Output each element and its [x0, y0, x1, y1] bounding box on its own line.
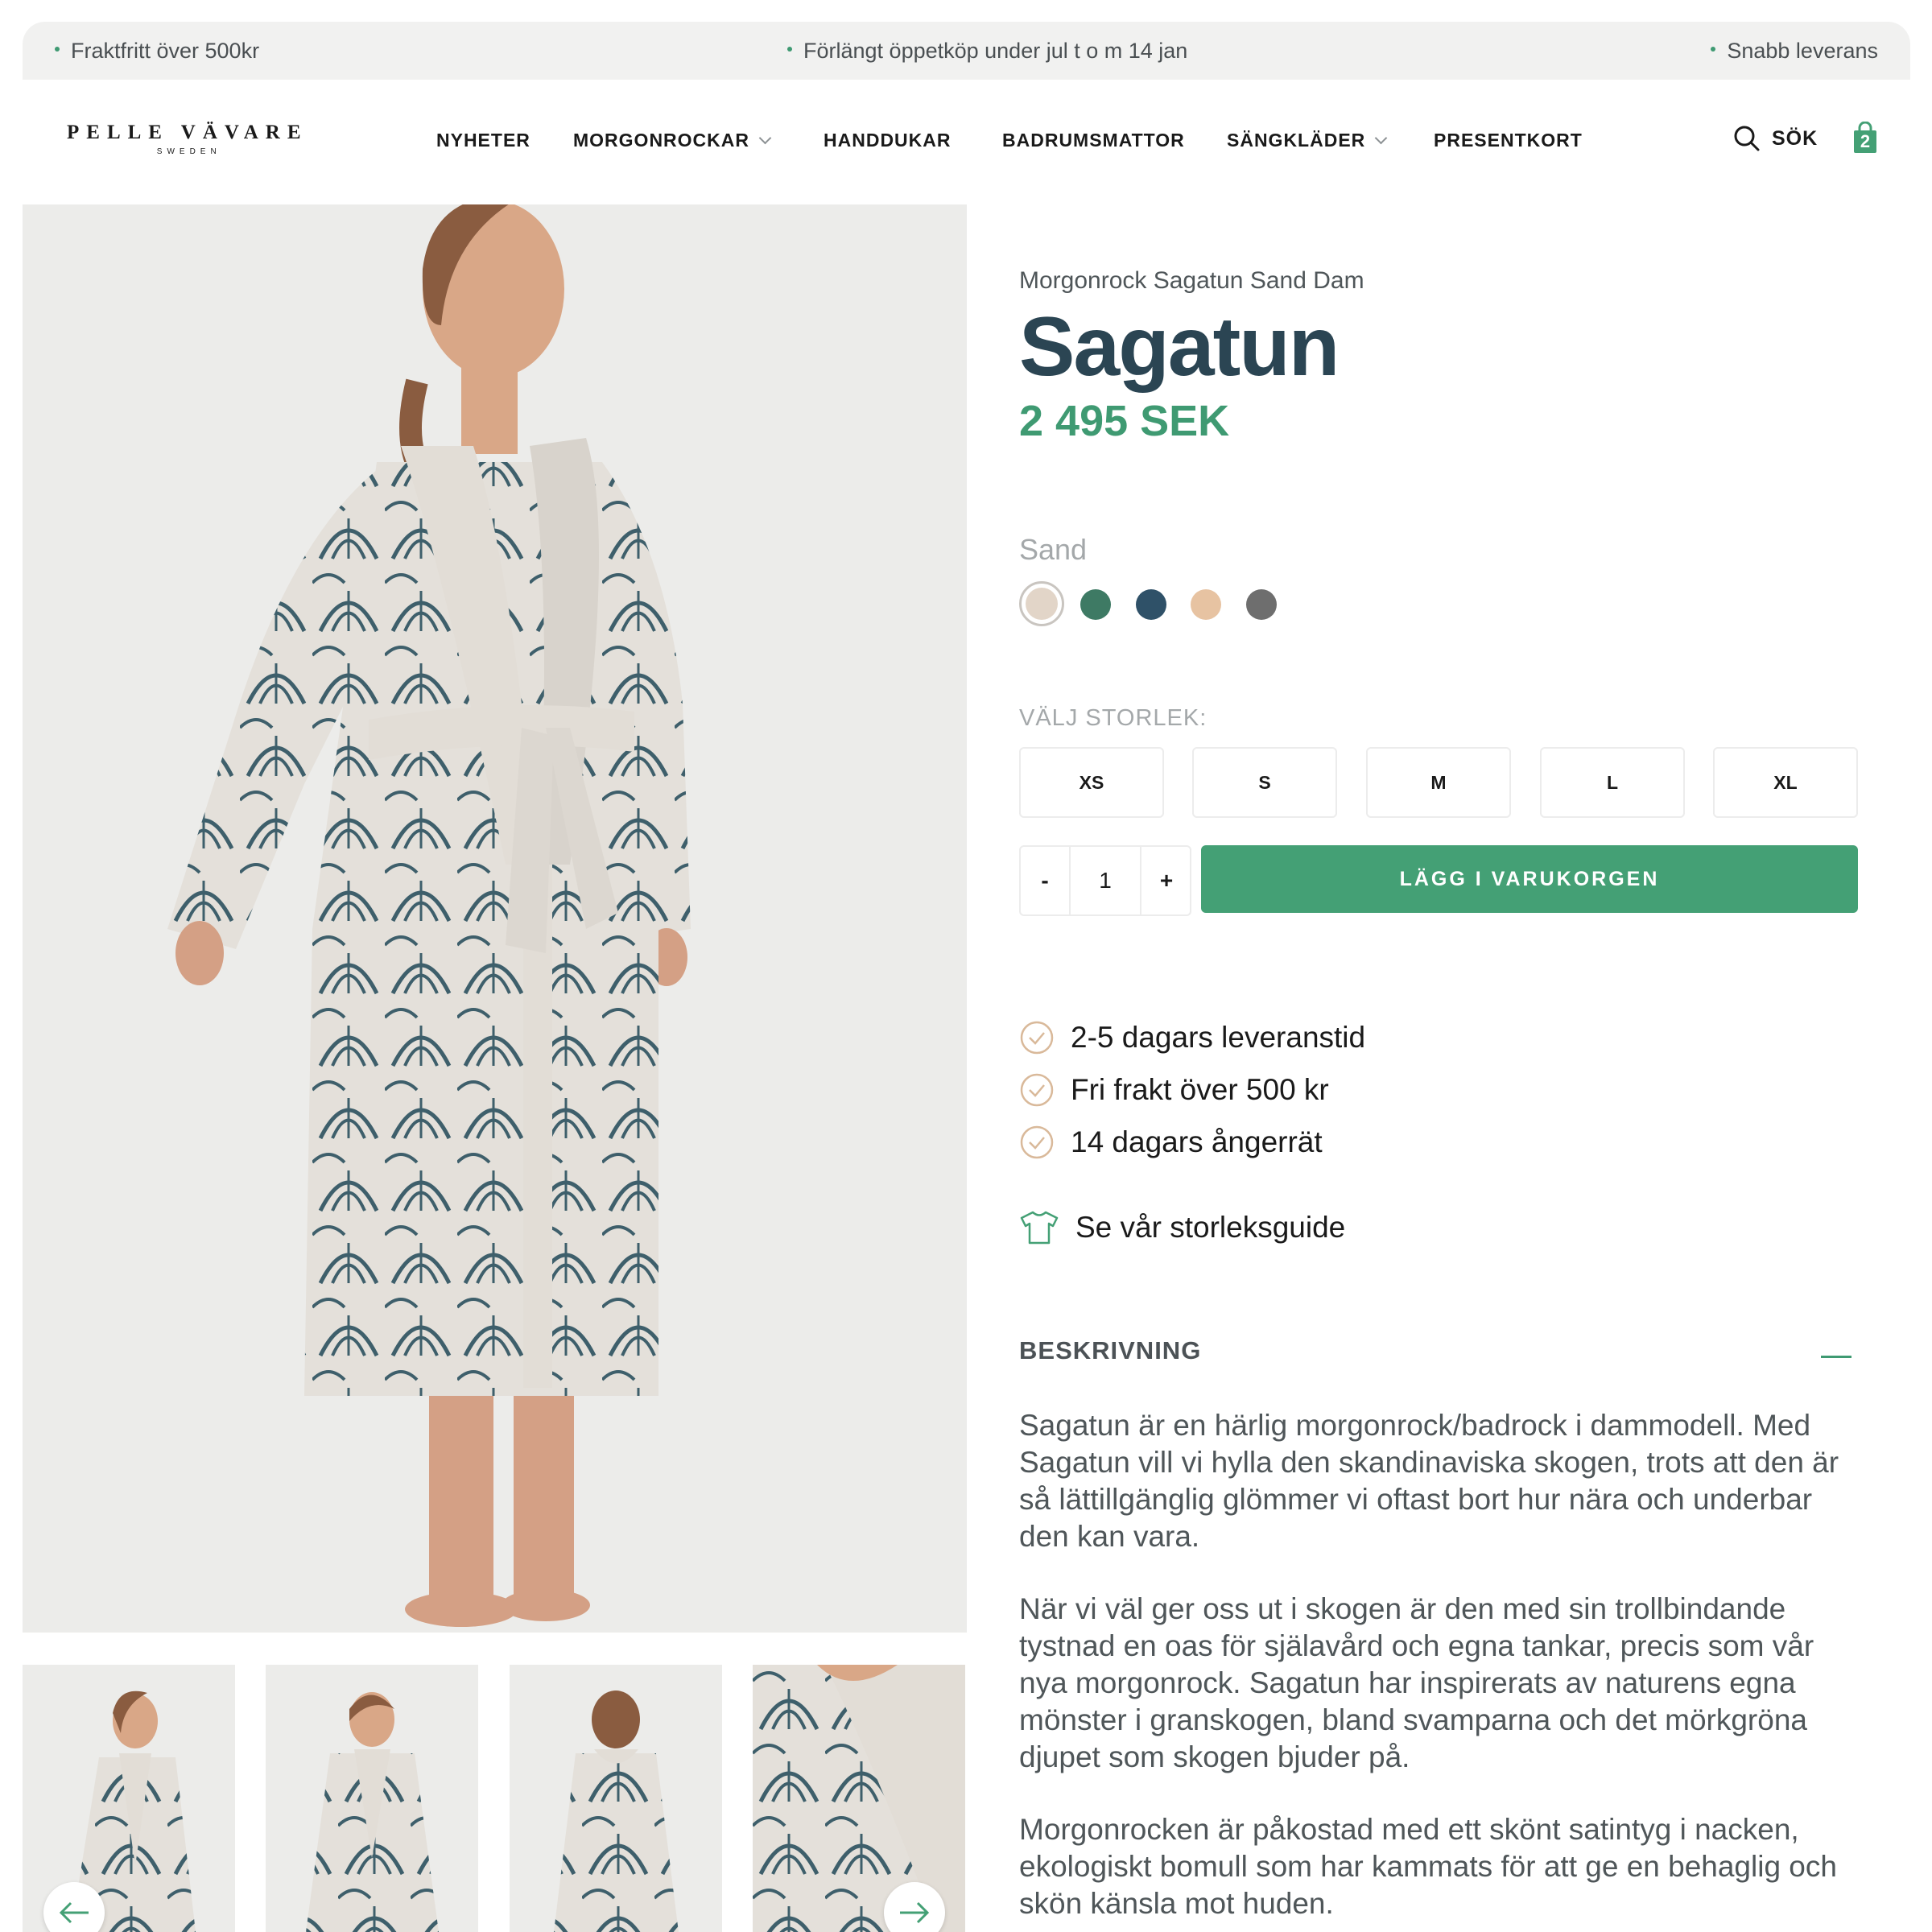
thumbnail-3[interactable]: [510, 1665, 722, 1932]
cart-count: 2: [1860, 131, 1871, 151]
cart-button[interactable]: 2: [1852, 121, 1878, 154]
swatch-sand[interactable]: [1019, 581, 1064, 626]
announcement-left: Fraktfritt över 500kr: [55, 22, 259, 80]
swatch-blue[interactable]: [1136, 589, 1166, 620]
thumbnail-strip: [23, 1665, 967, 1932]
arrow-right-icon: [900, 1901, 930, 1924]
collapse-icon: [1821, 1356, 1852, 1358]
nav-item-sangklader[interactable]: SÄNGKLÄDER: [1227, 130, 1388, 151]
nav-item-nyheter[interactable]: NYHETER: [436, 130, 530, 151]
size-button-xl[interactable]: XL: [1713, 747, 1858, 818]
size-button-m[interactable]: M: [1366, 747, 1511, 818]
bullet-icon: [55, 46, 60, 52]
nav-item-presentkort[interactable]: PRESENTKORT: [1434, 130, 1583, 151]
product-subtitle: Morgonrock Sagatun Sand Dam: [1019, 267, 1364, 294]
size-button-xs[interactable]: XS: [1019, 747, 1164, 818]
description-paragraph: När vi väl ger oss ut i skogen är den me…: [1019, 1592, 1814, 1773]
search-icon: [1734, 126, 1760, 151]
swatch-fill: [1026, 588, 1058, 620]
quantity-stepper: - 1 +: [1019, 845, 1191, 916]
main-product-image[interactable]: [23, 204, 967, 1633]
thumbnail-2[interactable]: [266, 1665, 478, 1932]
chevron-down-icon: [1375, 131, 1388, 145]
chevron-down-icon: [758, 131, 772, 145]
description-paragraph: Sagatun är en härlig morgonrock/badrock …: [1019, 1409, 1839, 1553]
product-price: 2 495 SEK: [1019, 397, 1230, 445]
quantity-decrease-button[interactable]: -: [1021, 847, 1069, 914]
quantity-input[interactable]: 1: [1069, 847, 1141, 914]
quantity-increase-button[interactable]: +: [1141, 847, 1191, 914]
nav-item-handdukar[interactable]: HANDDUKAR: [824, 130, 952, 151]
nav-item-morgonrockar[interactable]: MORGONROCKAR: [573, 130, 772, 151]
announcement-center: Förlängt öppetköp under jul t o m 14 jan: [787, 22, 1187, 80]
bullet-icon: [787, 46, 792, 52]
description-heading: BESKRIVNING: [1019, 1336, 1202, 1364]
product-title: Sagatun: [1019, 300, 1340, 394]
thumbnail-image: [510, 1665, 722, 1932]
size-button-s[interactable]: S: [1192, 747, 1337, 818]
swatch-peach[interactable]: [1191, 589, 1221, 620]
size-button-l[interactable]: L: [1540, 747, 1685, 818]
check-circle-icon: [1020, 1073, 1054, 1107]
check-circle-icon: [1020, 1125, 1054, 1159]
search-label: SÖK: [1772, 126, 1818, 150]
main-nav: NYHETER MORGONROCKAR HANDDUKAR BADRUMSMA…: [23, 80, 1910, 204]
robe-model-image: [23, 204, 967, 1633]
color-swatches: [1019, 580, 1341, 626]
size-label: VÄLJ STORLEK:: [1019, 705, 1208, 731]
tshirt-icon: [1020, 1211, 1059, 1245]
size-guide-link[interactable]: Se vår storleksguide: [1019, 1208, 1345, 1248]
site-header: PELLE VÄVARE SWEDEN NYHETER MORGONROCKAR…: [23, 80, 1910, 204]
swatch-green[interactable]: [1080, 589, 1111, 620]
nav-item-badrumsmattor[interactable]: BADRUMSMATTOR: [1002, 130, 1185, 151]
add-to-cart-button[interactable]: LÄGG I VARUKORGEN: [1201, 845, 1858, 913]
arrow-left-icon: [59, 1901, 89, 1924]
bullet-icon: [1711, 46, 1716, 52]
check-circle-icon: [1020, 1021, 1054, 1055]
usp-delivery-time: 2-5 dagars leveranstid: [1019, 1018, 1583, 1058]
selected-color-name: Sand: [1019, 533, 1088, 566]
search-button[interactable]: SÖK: [1733, 125, 1818, 152]
thumbnail-image: [266, 1665, 478, 1932]
description-accordion-header[interactable]: BESKRIVNING: [1019, 1336, 1856, 1377]
size-options: XS S M L XL: [1019, 747, 1860, 818]
usp-return-policy: 14 dagars ångerrät: [1019, 1122, 1583, 1162]
announcement-right: Snabb leverans: [1711, 22, 1878, 80]
swatch-grey[interactable]: [1246, 589, 1277, 620]
usp-free-shipping: Fri frakt över 500 kr: [1019, 1070, 1583, 1110]
announcement-bar: Fraktfritt över 500kr Förlängt öppetköp …: [23, 22, 1910, 80]
description-paragraph: Morgonrocken är påkostad med ett skönt s…: [1019, 1813, 1837, 1920]
